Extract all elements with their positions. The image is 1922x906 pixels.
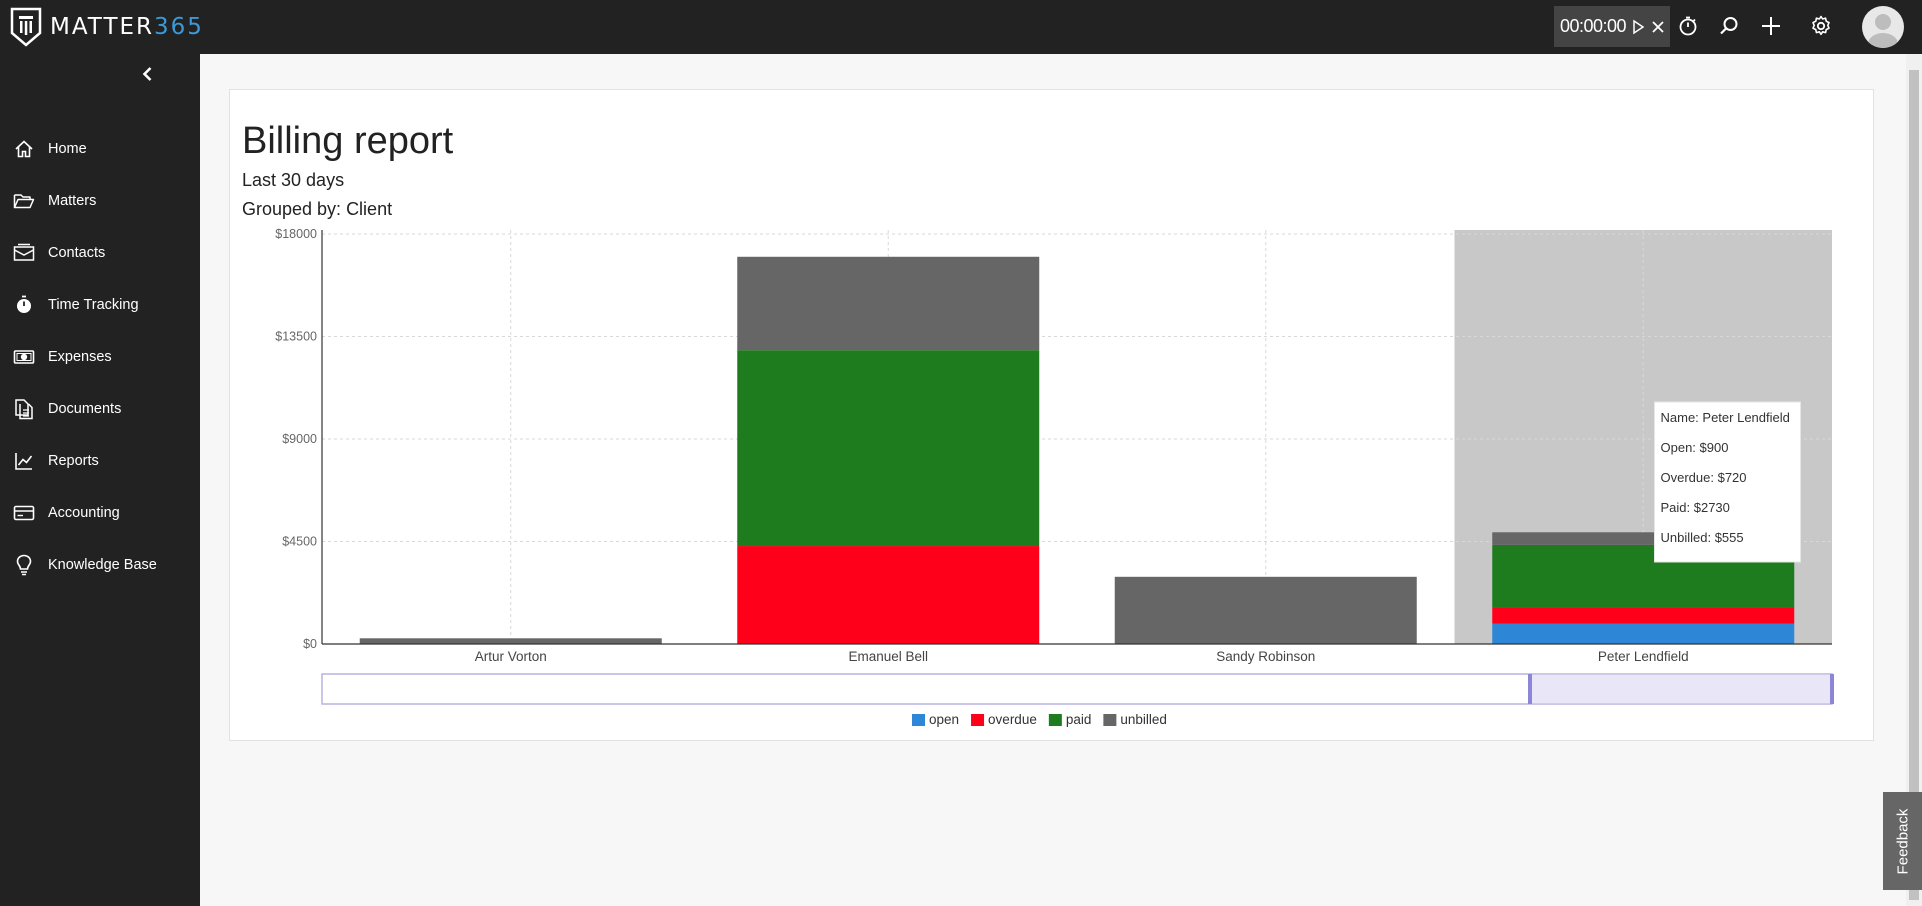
sidebar-item-contacts[interactable]: Contacts bbox=[0, 233, 200, 273]
y-tick-label: $9000 bbox=[282, 432, 317, 446]
home-icon bbox=[13, 138, 35, 160]
legend-swatch-open[interactable] bbox=[912, 714, 925, 726]
feedback-button[interactable]: Feedback bbox=[1883, 792, 1922, 890]
billing-report-card: Billing report Last 30 days Grouped by: … bbox=[229, 89, 1874, 741]
x-tick-label: Emanuel Bell bbox=[848, 649, 928, 664]
sidebar-item-label: Expenses bbox=[48, 349, 112, 365]
close-icon[interactable] bbox=[1650, 19, 1666, 35]
folder-icon bbox=[13, 190, 35, 212]
bar-unbilled[interactable] bbox=[737, 256, 1040, 351]
legend-label-paid[interactable]: paid bbox=[1066, 712, 1092, 727]
sidebar-item-expenses[interactable]: Expenses bbox=[0, 337, 200, 377]
y-tick-label: $18000 bbox=[275, 227, 317, 241]
logo-text: MATTER365 bbox=[50, 14, 204, 40]
x-tick-label: Artur Vorton bbox=[475, 649, 547, 664]
sidebar-item-label: Knowledge Base bbox=[48, 557, 157, 573]
bar-unbilled[interactable] bbox=[359, 638, 662, 644]
bar-unbilled[interactable] bbox=[1114, 576, 1417, 644]
scrollbar-thumb[interactable] bbox=[1909, 70, 1919, 900]
tooltip-line: Unbilled: $555 bbox=[1661, 530, 1744, 545]
tooltip-line: Name: Peter Lendfield bbox=[1661, 410, 1790, 425]
y-tick-label: $0 bbox=[303, 637, 317, 651]
range-brush-handle-right[interactable] bbox=[1830, 674, 1834, 704]
user-avatar[interactable] bbox=[1862, 6, 1904, 48]
page-scrollbar[interactable] bbox=[1906, 54, 1922, 906]
tooltip-line: Open: $900 bbox=[1661, 440, 1729, 455]
lightbulb-icon bbox=[13, 554, 35, 576]
range-brush-handle-left[interactable] bbox=[1528, 674, 1532, 704]
legend-swatch-unbilled[interactable] bbox=[1103, 714, 1117, 726]
chart-icon bbox=[13, 450, 35, 472]
timer-display: 00:00:00 bbox=[1560, 16, 1627, 36]
gear-icon[interactable] bbox=[1809, 14, 1833, 38]
legend-swatch-overdue[interactable] bbox=[971, 714, 985, 726]
legend-label-overdue[interactable]: overdue bbox=[988, 712, 1037, 727]
y-tick-label: $13500 bbox=[275, 330, 317, 344]
x-tick-label: Peter Lendfield bbox=[1598, 649, 1689, 664]
sidebar-item-accounting[interactable]: Accounting bbox=[0, 493, 200, 533]
documents-icon bbox=[13, 398, 35, 420]
sidebar-item-knowledge-base[interactable]: Knowledge Base bbox=[0, 545, 200, 585]
bar-open[interactable] bbox=[1492, 623, 1795, 645]
tooltip-line: Overdue: $720 bbox=[1661, 470, 1747, 485]
contacts-icon bbox=[13, 242, 35, 264]
money-icon bbox=[13, 346, 35, 368]
sidebar-item-time-tracking[interactable]: Time Tracking bbox=[0, 285, 200, 325]
logo-shield-icon bbox=[10, 7, 42, 47]
app-logo[interactable]: MATTER365 bbox=[10, 5, 204, 49]
bar-overdue[interactable] bbox=[1492, 607, 1795, 624]
sidebar-item-documents[interactable]: Documents bbox=[0, 389, 200, 429]
bar-overdue[interactable] bbox=[737, 546, 1040, 644]
sidebar: Home Matters Contacts Time Tracking Expe… bbox=[0, 54, 200, 906]
sidebar-item-reports[interactable]: Reports bbox=[0, 441, 200, 481]
y-tick-label: $4500 bbox=[282, 535, 317, 549]
sidebar-item-label: Reports bbox=[48, 453, 99, 469]
sidebar-item-label: Home bbox=[48, 141, 87, 157]
play-icon[interactable] bbox=[1630, 19, 1646, 35]
billing-bar-chart: $0 $4500 $9000 $13500 $18000 Artur Vorton Eman… bbox=[275, 227, 1834, 727]
wallet-icon bbox=[13, 502, 35, 524]
plus-icon[interactable] bbox=[1759, 14, 1783, 38]
timer-widget: 00:00:00 bbox=[1554, 6, 1670, 47]
legend-label-open[interactable]: open bbox=[929, 712, 959, 727]
stopwatch-icon bbox=[13, 294, 35, 316]
bar-paid[interactable] bbox=[737, 350, 1040, 547]
chevron-left-icon[interactable] bbox=[138, 64, 158, 84]
legend-swatch-paid[interactable] bbox=[1048, 714, 1062, 726]
x-tick-label: Sandy Robinson bbox=[1216, 649, 1315, 664]
sidebar-item-label: Contacts bbox=[48, 245, 106, 261]
search-icon[interactable] bbox=[1717, 14, 1741, 38]
tooltip-line: Paid: $2730 bbox=[1661, 500, 1730, 515]
sidebar-item-matters[interactable]: Matters bbox=[0, 181, 200, 221]
top-bar: MATTER365 00:00:00 bbox=[0, 0, 1922, 54]
sidebar-item-home[interactable]: Home bbox=[0, 129, 200, 169]
user-silhouette-icon bbox=[1868, 14, 1898, 48]
stopwatch-icon[interactable] bbox=[1676, 14, 1700, 38]
range-brush-selection[interactable] bbox=[1529, 673, 1833, 705]
sidebar-item-label: Matters bbox=[48, 193, 97, 209]
legend-label-unbilled[interactable]: unbilled bbox=[1120, 712, 1167, 727]
sidebar-item-label: Documents bbox=[48, 401, 122, 417]
sidebar-item-label: Time Tracking bbox=[48, 297, 139, 313]
sidebar-item-label: Accounting bbox=[48, 505, 120, 521]
